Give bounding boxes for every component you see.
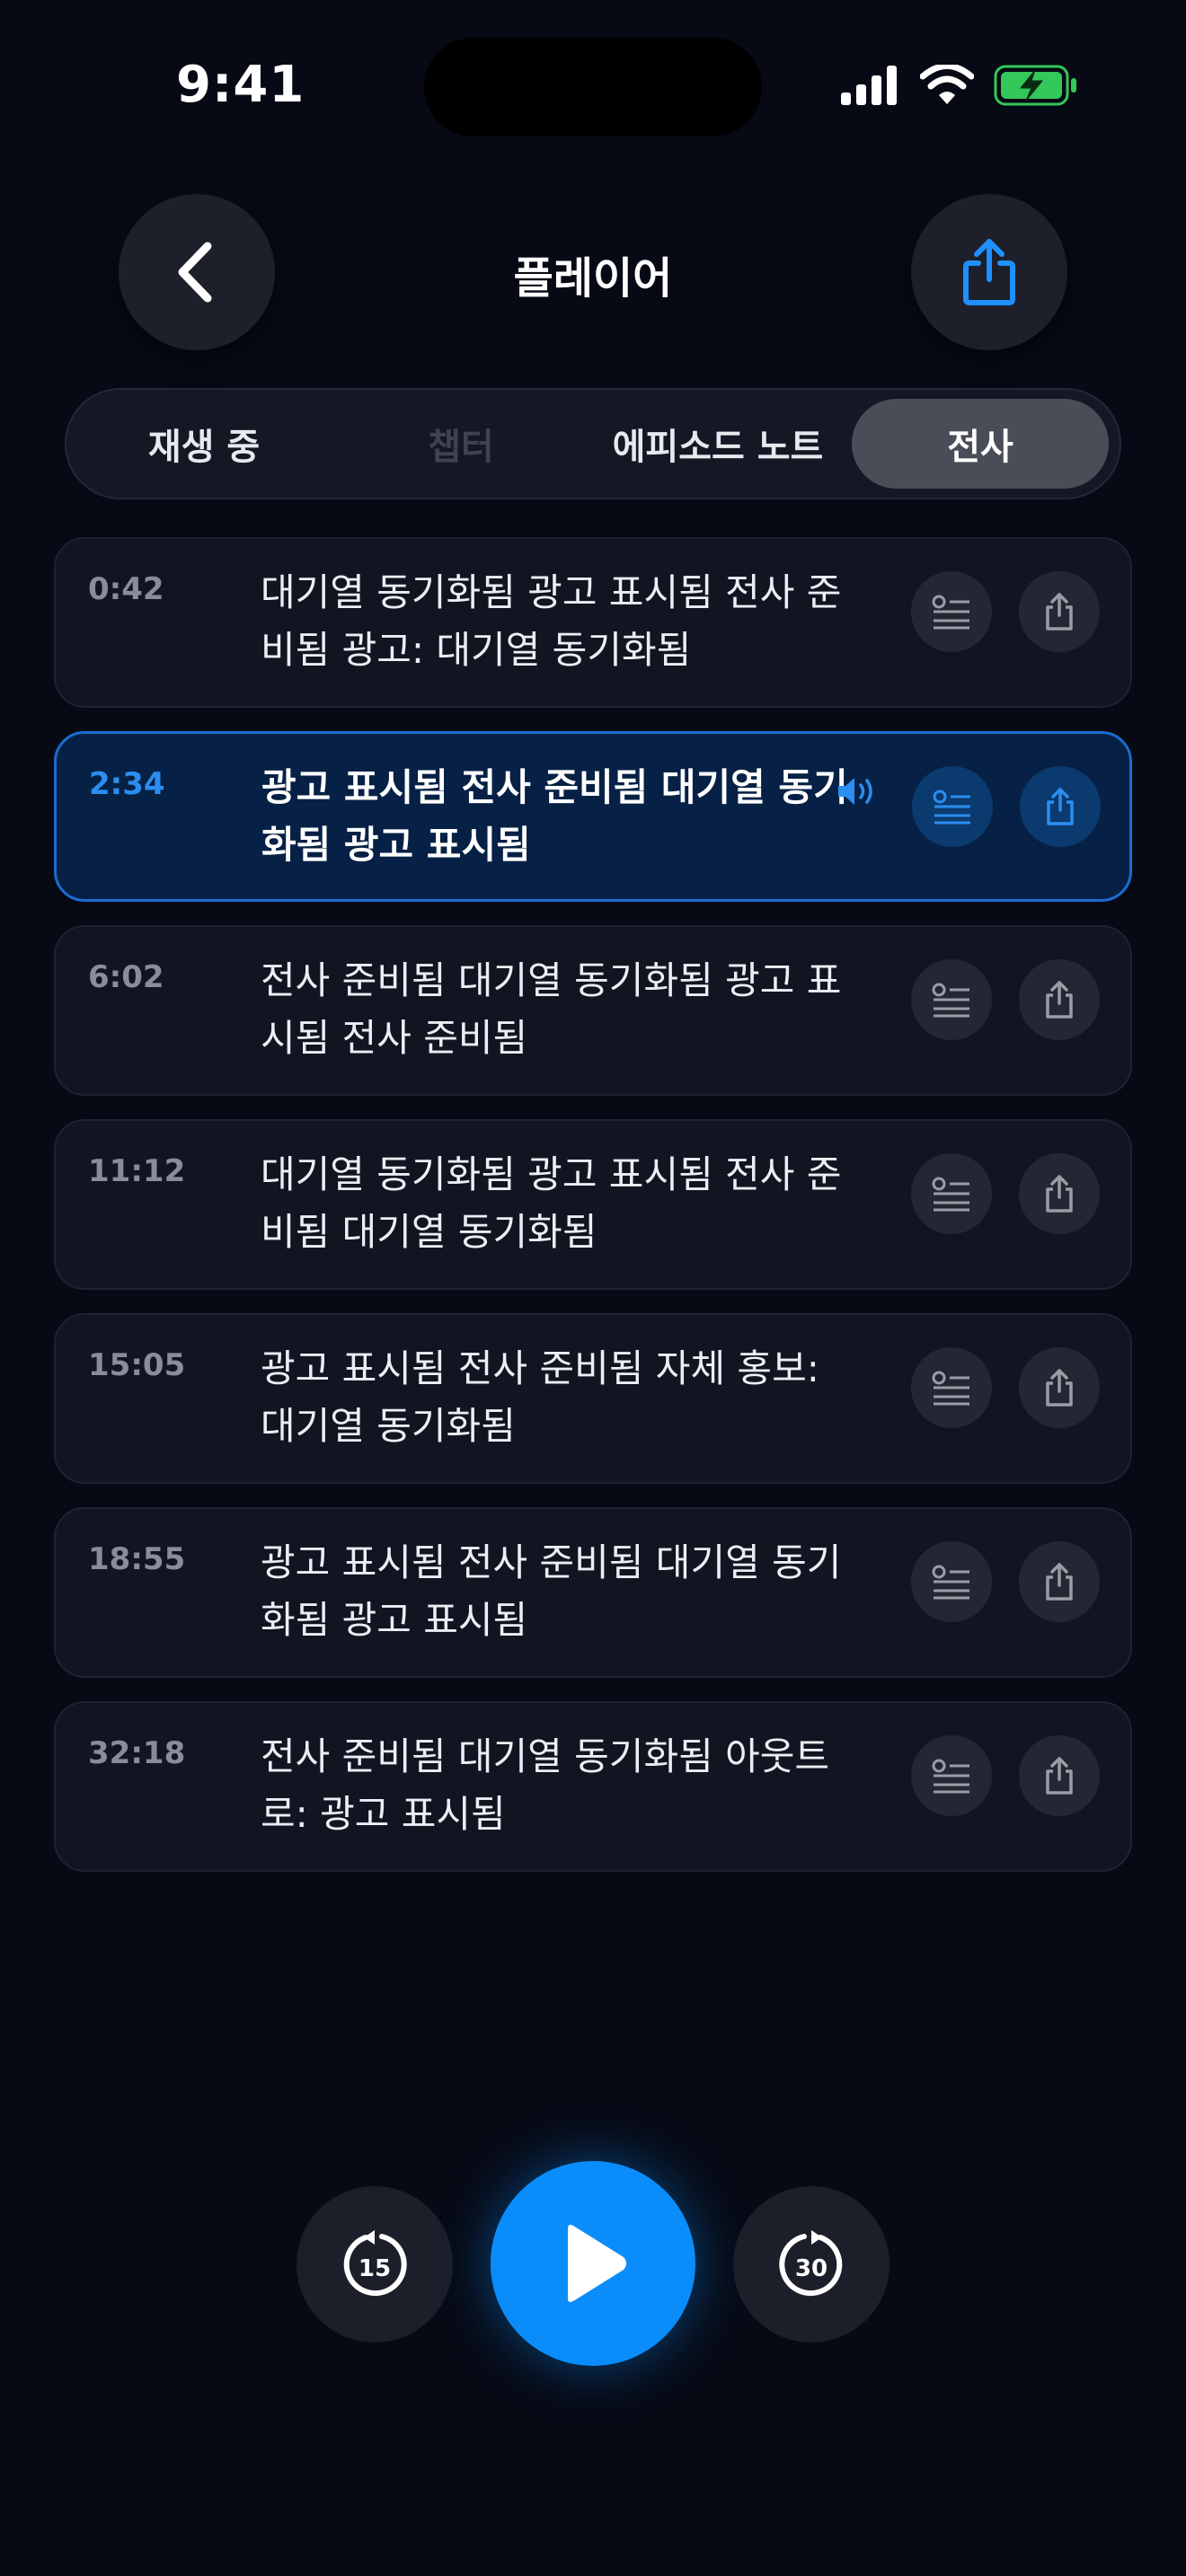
transcript-row[interactable]: 18:55 광고 표시됨 전사 준비됨 대기열 동기화됨 광고 표시됨	[54, 1507, 1132, 1678]
skip-forward-30-icon: 30	[779, 2230, 843, 2297]
row-timestamp: 0:42	[88, 571, 164, 607]
dynamic-island	[424, 38, 762, 137]
add-note-button[interactable]	[911, 1347, 992, 1428]
row-timestamp: 18:55	[88, 1541, 186, 1577]
note-list-icon	[932, 1759, 969, 1794]
add-note-button[interactable]	[911, 1153, 992, 1234]
row-text: 광고 표시됨 전사 준비됨 대기열 동기화됨 광고 표시됨	[261, 765, 848, 867]
status-time: 9:41	[176, 56, 305, 114]
share-icon	[1046, 1563, 1073, 1601]
tab-chapters[interactable]: 챕터	[332, 399, 589, 489]
skip-back-button[interactable]: 15	[296, 2186, 453, 2342]
row-timestamp: 6:02	[88, 959, 164, 995]
note-list-icon	[932, 1371, 969, 1406]
transcript-row-active[interactable]: 2:34 광고 표시됨 전사 준비됨 대기열 동기화됨 광고 표시됨	[54, 731, 1132, 902]
speaker-playing-icon	[838, 778, 872, 805]
skip-forward-button[interactable]: 30	[733, 2186, 890, 2342]
tab-episode-notes[interactable]: 에피소드 노트	[589, 399, 846, 489]
tab-bar: 재생 중 챕터 에피소드 노트 전사	[65, 388, 1121, 499]
tab-transcript[interactable]: 전사	[852, 399, 1109, 489]
row-text: 광고 표시됨 전사 준비됨 대기열 동기화됨 광고 표시됨	[261, 1540, 842, 1642]
battery-charging-icon	[994, 65, 1076, 106]
row-text: 대기열 동기화됨 광고 표시됨 전사 준비됨 대기열 동기화됨	[261, 1152, 842, 1254]
transcript-row[interactable]: 15:05 광고 표시됨 전사 준비됨 자체 홍보: 대기열 동기화됨	[54, 1313, 1132, 1484]
transcript-row[interactable]: 6:02 전사 준비됨 대기열 동기화됨 광고 표시됨 전사 준비됨	[54, 925, 1132, 1096]
transcript-row[interactable]: 11:12 대기열 동기화됨 광고 표시됨 전사 준비됨 대기열 동기화됨	[54, 1119, 1132, 1290]
row-share-button[interactable]	[1019, 1347, 1100, 1428]
row-timestamp: 2:34	[89, 766, 165, 802]
note-list-icon	[932, 1565, 969, 1600]
share-icon	[1046, 1175, 1073, 1213]
transcript-row[interactable]: 32:18 전사 준비됨 대기열 동기화됨 아웃트로: 광고 표시됨	[54, 1701, 1132, 1872]
note-list-icon	[932, 1177, 969, 1212]
row-text: 광고 표시됨 전사 준비됨 자체 홍보: 대기열 동기화됨	[261, 1346, 819, 1448]
skip-back-label: 15	[358, 2255, 391, 2282]
note-list-icon	[933, 790, 970, 825]
play-button[interactable]	[491, 2161, 695, 2366]
share-icon	[1046, 981, 1073, 1019]
row-text: 대기열 동기화됨 광고 표시됨 전사 준비됨 광고: 대기열 동기화됨	[261, 570, 842, 672]
skip-back-15-icon: 15	[343, 2230, 407, 2297]
row-share-button[interactable]	[1019, 1541, 1100, 1622]
row-timestamp: 15:05	[88, 1347, 186, 1383]
share-icon	[1046, 593, 1073, 631]
add-note-button[interactable]	[912, 766, 993, 847]
row-text: 전사 준비됨 대기열 동기화됨 광고 표시됨 전사 준비됨	[261, 958, 842, 1060]
add-note-button[interactable]	[911, 1541, 992, 1622]
cellular-signal-icon	[841, 66, 897, 105]
add-note-button[interactable]	[911, 959, 992, 1040]
row-share-button[interactable]	[1019, 1153, 1100, 1234]
share-button[interactable]	[911, 194, 1067, 350]
row-share-button[interactable]	[1019, 571, 1100, 652]
row-timestamp: 11:12	[88, 1153, 186, 1189]
add-note-button[interactable]	[911, 1735, 992, 1816]
share-icon	[963, 239, 1015, 305]
row-share-button[interactable]	[1019, 959, 1100, 1040]
transcript-row[interactable]: 0:42 대기열 동기화됨 광고 표시됨 전사 준비됨 광고: 대기열 동기화됨	[54, 537, 1132, 708]
share-icon	[1046, 1757, 1073, 1795]
wifi-icon	[920, 65, 974, 104]
row-share-button[interactable]	[1019, 1735, 1100, 1816]
add-note-button[interactable]	[911, 571, 992, 652]
status-icons	[839, 65, 1078, 106]
play-icon	[568, 2225, 626, 2302]
share-icon	[1047, 788, 1074, 825]
share-icon	[1046, 1369, 1073, 1407]
note-list-icon	[932, 983, 969, 1018]
note-list-icon	[932, 595, 969, 630]
skip-forward-label: 30	[795, 2255, 828, 2282]
row-share-button[interactable]	[1020, 766, 1101, 847]
row-text: 전사 준비됨 대기열 동기화됨 아웃트로: 광고 표시됨	[261, 1734, 830, 1836]
row-timestamp: 32:18	[88, 1735, 186, 1771]
tab-now-playing[interactable]: 재생 중	[75, 399, 332, 489]
